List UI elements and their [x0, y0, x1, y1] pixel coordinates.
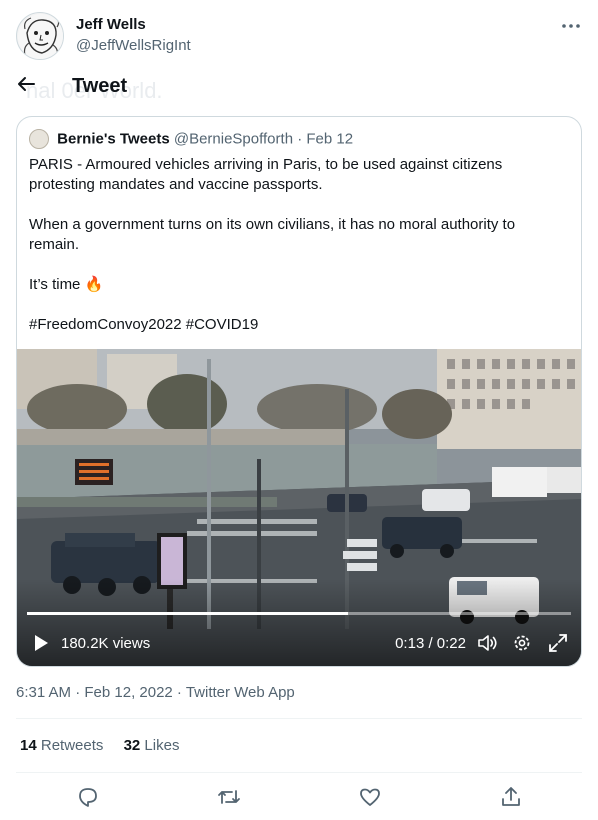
- quoted-tweet-header: Bernie's Tweets @BernieSpofforth · Feb 1…: [29, 129, 353, 149]
- retweets-stat[interactable]: 14 Retweets: [20, 737, 108, 754]
- tweet-paragraph: When a government turns on its own civil…: [29, 216, 516, 253]
- arrow-left-icon[interactable]: [16, 74, 36, 100]
- quoted-author-name[interactable]: Bernie's Tweets: [57, 131, 170, 148]
- like-icon[interactable]: [358, 785, 382, 809]
- video-player[interactable]: 180.2K views 0:13 / 0:22: [17, 349, 581, 666]
- video-frame-street-scene: [17, 349, 581, 666]
- settings-icon[interactable]: [511, 632, 533, 654]
- video-progress-bar[interactable]: [27, 612, 571, 615]
- tweet-timestamp[interactable]: 6:31 AM · Feb 12, 2022 · Twitter Web App: [16, 684, 295, 701]
- fullscreen-icon[interactable]: [547, 632, 569, 654]
- author-avatar[interactable]: [16, 12, 64, 60]
- play-icon[interactable]: [33, 634, 49, 652]
- avatar-sketch-icon: [18, 14, 63, 59]
- quoted-author-avatar[interactable]: [29, 129, 49, 149]
- share-icon[interactable]: [499, 785, 523, 809]
- video-time: 0:13 / 0:22: [395, 635, 466, 652]
- video-controls: 180.2K views 0:13 / 0:22: [17, 629, 581, 659]
- tweet-paragraph: PARIS - Armoured vehicles arriving in Pa…: [29, 156, 503, 193]
- tweet-author: Jeff Wells @JeffWellsRigInt: [16, 12, 582, 60]
- likes-stat[interactable]: 32 Likes: [124, 737, 180, 754]
- volume-icon[interactable]: [477, 633, 499, 653]
- retweet-icon[interactable]: [217, 785, 241, 809]
- divider: [16, 718, 582, 719]
- tweet-header: nal 0er World. Tweet: [16, 72, 416, 103]
- more-horizontal-icon[interactable]: [560, 18, 582, 34]
- tweet-hashtags: #FreedomConvoy2022 #COVID19: [29, 316, 259, 333]
- video-views: 180.2K views: [61, 635, 151, 652]
- author-name[interactable]: Jeff Wells: [76, 16, 146, 33]
- quoted-tweet-text: PARIS - Armoured vehicles arriving in Pa…: [29, 155, 569, 335]
- likes-count: 32: [123, 737, 141, 754]
- tweet-actions: [16, 785, 582, 809]
- retweets-label: Retweets: [40, 737, 104, 754]
- tweet-stats: 14 Retweets 32 Likes: [20, 737, 195, 754]
- quoted-tweet-date[interactable]: Feb 12: [306, 131, 353, 148]
- page-title: Tweet: [72, 75, 128, 97]
- divider: [16, 772, 582, 773]
- quoted-tweet-card[interactable]: Bernie's Tweets @BernieSpofforth · Feb 1…: [16, 116, 582, 667]
- retweets-count: 14: [20, 737, 37, 754]
- tweet-paragraph: It’s time 🔥: [29, 276, 104, 293]
- author-handle[interactable]: @JeffWellsRigInt: [76, 37, 191, 54]
- video-progress-fill: [27, 612, 348, 615]
- separator-dot: ·: [297, 130, 303, 148]
- quoted-author-handle[interactable]: @BernieSpofforth: [174, 131, 293, 148]
- likes-label: Likes: [144, 737, 180, 754]
- reply-icon[interactable]: [76, 785, 100, 809]
